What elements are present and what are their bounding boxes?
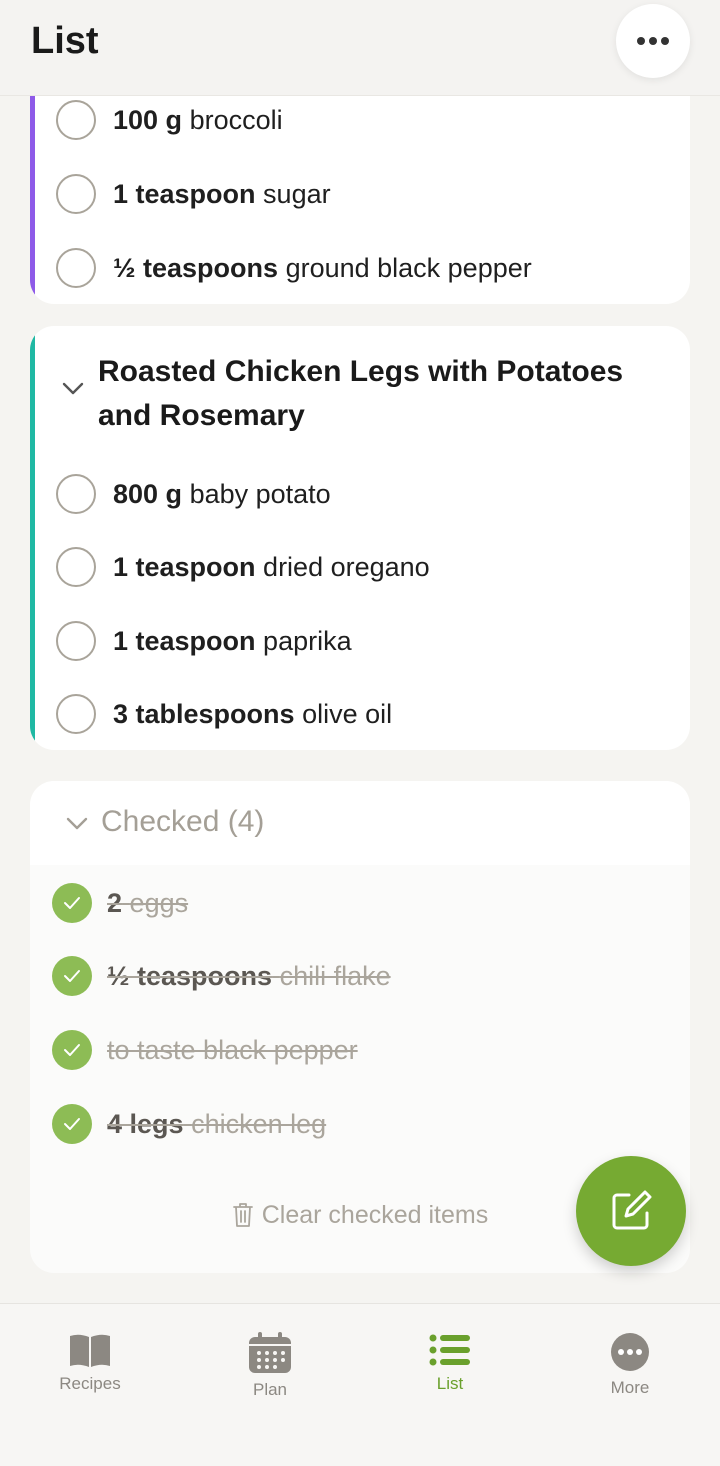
item-quantity: 2 [107, 887, 123, 918]
item-name: baby potato [189, 478, 331, 509]
checkmark-icon [64, 970, 80, 982]
item-name: broccoli [189, 104, 283, 135]
recipe-card-2: Roasted Chicken Legs with Potatoes and R… [30, 326, 690, 750]
list-item[interactable]: 3 tablespoons olive oil [30, 684, 690, 744]
checked-circle[interactable] [52, 883, 92, 923]
unchecked-circle[interactable] [56, 694, 96, 734]
trash-icon [232, 1203, 253, 1227]
item-quantity: 100 g [113, 104, 183, 135]
item-name: sugar [263, 178, 331, 209]
item-quantity: ½ teaspoons [107, 960, 273, 991]
tab-label: List [436, 1374, 464, 1393]
list-item[interactable]: ½ teaspoons ground black pepper [30, 238, 690, 298]
unchecked-circle[interactable] [56, 547, 96, 587]
book-icon [70, 1334, 110, 1367]
item-name: to taste black pepper [107, 1034, 358, 1065]
checkmark-icon [64, 1118, 80, 1130]
list-item[interactable]: 800 g baby potato [30, 464, 690, 524]
list-item[interactable]: 1 teaspoon sugar [30, 164, 690, 224]
ellipsis-icon [637, 37, 669, 45]
item-name: dried oregano [263, 551, 430, 582]
tab-plan[interactable]: Plan [210, 1332, 330, 1402]
recipe-card-1: 100 g broccoli 1 teaspoon sugar ½ teaspo… [30, 60, 690, 304]
item-name: chili flake [279, 960, 391, 991]
item-name: olive oil [302, 698, 393, 729]
item-name: paprika [263, 625, 352, 656]
add-item-button[interactable] [576, 1156, 686, 1266]
item-quantity: 1 teaspoon [113, 178, 256, 209]
item-name: eggs [129, 887, 189, 918]
item-name: chicken leg [191, 1108, 327, 1139]
page-title: List [31, 20, 99, 62]
list-item[interactable]: 1 teaspoon paprika [30, 611, 690, 671]
checked-circle[interactable] [52, 956, 92, 996]
item-quantity: 800 g [113, 478, 183, 509]
more-icon [611, 1333, 649, 1371]
chevron-down-icon[interactable] [66, 817, 88, 831]
more-options-button[interactable] [616, 4, 690, 78]
item-quantity: 1 teaspoon [113, 551, 256, 582]
tab-label: Recipes [59, 1374, 121, 1393]
chevron-down-icon[interactable] [62, 382, 84, 396]
bottom-tab-bar: Recipes Plan List More [0, 1303, 720, 1466]
tab-recipes[interactable]: Recipes [30, 1332, 150, 1402]
item-name: ground black pepper [285, 252, 532, 283]
recipe-title[interactable]: Roasted Chicken Legs with Potatoes and R… [98, 350, 668, 438]
calendar-icon [249, 1332, 291, 1373]
unchecked-circle[interactable] [56, 100, 96, 140]
checked-circle[interactable] [52, 1104, 92, 1144]
item-quantity: 3 tablespoons [113, 698, 295, 729]
tab-more[interactable]: More [570, 1332, 690, 1402]
checked-item[interactable]: 2 eggs [30, 873, 690, 933]
checkmark-icon [64, 1044, 80, 1056]
item-quantity: 4 legs [107, 1108, 184, 1139]
checked-item[interactable]: 4 legs chicken leg [30, 1094, 690, 1154]
list-icon [429, 1334, 470, 1366]
edit-icon [612, 1190, 652, 1230]
checked-count-label: Checked (4) [101, 805, 265, 838]
checked-circle[interactable] [52, 1030, 92, 1070]
unchecked-circle[interactable] [56, 174, 96, 214]
app-header: List [0, 0, 720, 96]
checked-header[interactable]: Checked (4) [30, 781, 690, 865]
tab-label: Plan [252, 1380, 288, 1399]
list-item[interactable]: 1 teaspoon dried oregano [30, 537, 690, 597]
unchecked-circle[interactable] [56, 474, 96, 514]
tab-list[interactable]: List [390, 1332, 510, 1402]
item-quantity: 1 teaspoon [113, 625, 256, 656]
unchecked-circle[interactable] [56, 621, 96, 661]
tab-label: More [610, 1378, 650, 1397]
clear-checked-label: Clear checked items [261, 1200, 489, 1229]
checked-item[interactable]: to taste black pepper [30, 1020, 690, 1080]
list-item[interactable]: 100 g broccoli [30, 90, 690, 150]
unchecked-circle[interactable] [56, 248, 96, 288]
item-quantity: ½ teaspoons [113, 252, 279, 283]
checkmark-icon [64, 897, 80, 909]
checked-item[interactable]: ½ teaspoons chili flake [30, 946, 690, 1006]
